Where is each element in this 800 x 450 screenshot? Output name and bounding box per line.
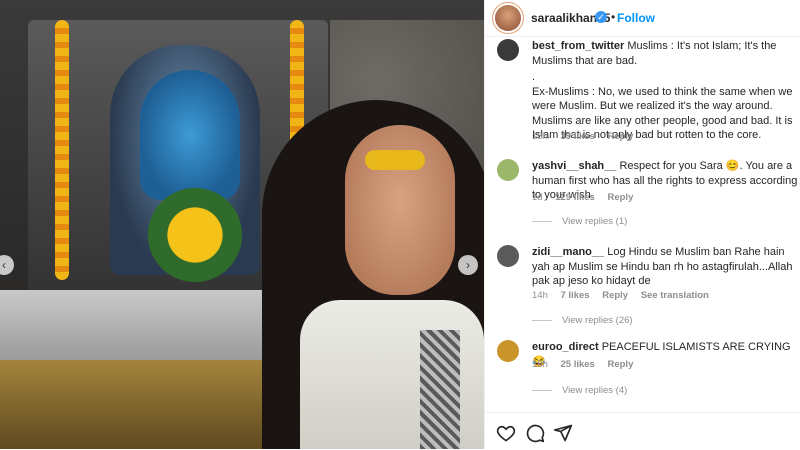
reply-button[interactable]: Reply: [602, 290, 628, 301]
see-translation-button[interactable]: See translation: [641, 290, 709, 301]
comment-meta: 18h 39 likes Reply: [532, 131, 634, 142]
comments-panel: saraalikhan95 ✓ • Follow best_from_twitt…: [484, 0, 800, 449]
view-replies-button[interactable]: View replies (1): [532, 216, 627, 227]
replies-line: [532, 389, 552, 391]
comment-username[interactable]: zidi__mano__: [532, 246, 604, 258]
brass-vessel: [0, 360, 300, 449]
commenter-avatar[interactable]: [497, 340, 519, 362]
likes-count[interactable]: 39 likes: [561, 131, 595, 142]
post-photo: ‹ ›: [0, 0, 484, 449]
tilak-mark: [365, 150, 425, 170]
replies-line: [532, 319, 552, 321]
author-avatar[interactable]: [495, 5, 521, 31]
comment-text: zidi__mano__ Log Hindu se Muslim ban Rah…: [532, 246, 793, 287]
comment-username[interactable]: best_from_twitter: [532, 40, 624, 52]
view-replies-button[interactable]: View replies (26): [532, 315, 633, 326]
reply-button[interactable]: Reply: [607, 192, 633, 203]
verified-badge-icon: ✓: [595, 11, 607, 23]
previous-image-button[interactable]: ‹: [0, 255, 14, 275]
reply-button[interactable]: Reply: [607, 131, 633, 142]
comment-meta: 14h 7 likes Reply See translation: [532, 290, 709, 301]
likes-count[interactable]: 7 likes: [561, 290, 590, 301]
comment-text: best_from_twitter Muslims : It's not Isl…: [532, 40, 793, 141]
altar: [0, 290, 300, 360]
follow-button[interactable]: Follow: [617, 11, 655, 25]
next-image-button[interactable]: ›: [458, 255, 478, 275]
share-icon[interactable]: [553, 423, 573, 443]
header-separator: •: [611, 10, 616, 24]
commenter-avatar[interactable]: [497, 39, 519, 61]
comment-username[interactable]: yashvi__shah__: [532, 160, 616, 172]
comment-meta: 15h 25 likes Reply: [532, 359, 634, 370]
comments-list: best_from_twitter Muslims : It's not Isl…: [485, 37, 800, 412]
commenter-avatar[interactable]: [497, 245, 519, 267]
action-bar: [485, 412, 800, 450]
shawl-border: [420, 330, 460, 449]
commenter-avatar[interactable]: [497, 159, 519, 181]
flower-offering: [140, 180, 250, 290]
post-header: saraalikhan95 ✓ • Follow: [485, 0, 800, 37]
replies-line: [532, 220, 552, 222]
likes-count[interactable]: 25 likes: [561, 359, 595, 370]
heart-icon[interactable]: [496, 423, 516, 443]
view-replies-button[interactable]: View replies (4): [532, 385, 627, 396]
marigold-garland-left: [55, 20, 69, 280]
comment-username[interactable]: euroo_direct: [532, 341, 599, 353]
comment-icon[interactable]: [525, 423, 545, 443]
reply-button[interactable]: Reply: [607, 359, 633, 370]
likes-count[interactable]: 129 likes: [555, 192, 595, 203]
comment-meta: 1d 129 likes Reply: [532, 192, 634, 203]
